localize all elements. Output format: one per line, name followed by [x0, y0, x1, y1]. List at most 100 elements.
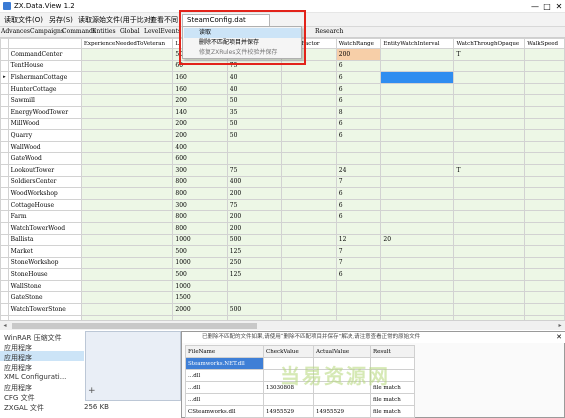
table-cell[interactable]	[453, 175, 526, 189]
table-cell[interactable]	[380, 175, 455, 189]
result-row[interactable]: CSteamworks.dll 14955529 14955529 file matc…	[185, 405, 415, 418]
entity-name-cell[interactable]: CottageHouse	[7, 198, 82, 212]
table-cell[interactable]: 7	[335, 245, 382, 258]
table-cell[interactable]	[80, 245, 174, 258]
table-cell[interactable]	[524, 175, 565, 189]
table-cell[interactable]	[380, 117, 455, 131]
table-cell[interactable]: 50	[226, 117, 282, 131]
table-cell[interactable]	[380, 187, 455, 200]
entity-name-cell[interactable]: Farm	[7, 210, 82, 223]
entity-name-cell[interactable]: LookoutTower	[7, 163, 82, 177]
table-cell[interactable]	[280, 71, 337, 84]
table-cell[interactable]	[335, 221, 382, 235]
table-cell[interactable]	[80, 256, 174, 270]
table-row[interactable]: StoneHouse 500 125 6	[0, 268, 565, 281]
menu-view-diff[interactable]: 查看不同	[150, 15, 178, 25]
table-cell[interactable]	[453, 82, 526, 96]
table-cell[interactable]: 75	[226, 198, 282, 212]
table-cell[interactable]	[453, 140, 526, 154]
table-cell[interactable]	[280, 210, 337, 223]
table-cell[interactable]	[80, 105, 174, 119]
table-cell[interactable]: 6	[335, 117, 382, 131]
entity-name-cell[interactable]: Ballista	[7, 233, 82, 247]
table-row[interactable]: GateStone 1500	[0, 291, 565, 305]
table-cell[interactable]	[80, 268, 174, 281]
table-cell[interactable]	[80, 303, 174, 316]
table-cell[interactable]: 125	[226, 245, 282, 258]
result-cell[interactable]: file match	[370, 393, 415, 406]
column-header[interactable]: ExperienceNeededToVeteran	[80, 38, 174, 49]
table-cell[interactable]: 200	[172, 117, 228, 131]
table-cell[interactable]: 7	[335, 175, 382, 189]
table-cell[interactable]: 75	[226, 163, 282, 177]
table-cell[interactable]: 6	[335, 129, 382, 142]
table-cell[interactable]: 7	[335, 256, 382, 270]
table-cell[interactable]	[524, 163, 565, 177]
table-cell[interactable]: 1500	[172, 291, 228, 305]
table-cell[interactable]	[280, 268, 337, 281]
entity-name-cell[interactable]: MillWood	[7, 117, 82, 131]
table-row[interactable]: WoodWorkshop 800 200 6	[0, 187, 565, 200]
table-cell[interactable]: 300	[172, 163, 228, 177]
table-cell[interactable]	[280, 105, 337, 119]
entity-name-cell[interactable]: WoodWorkshop	[7, 187, 82, 200]
table-cell[interactable]: 6	[335, 187, 382, 200]
table-cell[interactable]	[380, 198, 455, 212]
table-cell[interactable]: 50	[226, 129, 282, 142]
table-cell[interactable]: 200	[172, 94, 228, 107]
table-cell[interactable]: 800	[172, 187, 228, 200]
table-cell[interactable]	[80, 71, 174, 84]
table-cell[interactable]	[524, 94, 565, 107]
table-cell[interactable]	[280, 221, 337, 235]
table-cell[interactable]	[453, 117, 526, 131]
table-cell[interactable]	[80, 152, 174, 165]
menu-item-read[interactable]: 读取	[184, 28, 301, 38]
column-header[interactable]: WatchThroughOpaque	[453, 38, 526, 49]
table-cell[interactable]	[280, 245, 337, 258]
drop-panel[interactable]: +	[85, 331, 181, 401]
tab-commands[interactable]: Commands	[62, 28, 96, 35]
table-cell[interactable]: 2000	[172, 303, 228, 316]
table-row[interactable]: Sawmill 200 50 6	[0, 94, 565, 107]
maximize-button[interactable]: □	[541, 0, 553, 13]
table-cell[interactable]	[80, 129, 174, 142]
result-cell[interactable]	[313, 357, 371, 370]
table-cell[interactable]	[380, 140, 455, 154]
result-cell[interactable]: ...dll	[185, 393, 264, 406]
result-window-close-icon[interactable]: ✕	[556, 332, 562, 343]
result-cell[interactable]: Steamworks.NET.dll	[185, 357, 264, 370]
table-cell[interactable]	[80, 198, 174, 212]
table-cell[interactable]: 160	[172, 71, 228, 84]
result-cell[interactable]	[370, 369, 415, 382]
minimize-button[interactable]: —	[529, 0, 541, 13]
table-cell[interactable]	[280, 117, 337, 131]
entity-name-cell[interactable]: EnergyWoodTower	[7, 105, 82, 119]
table-cell[interactable]	[524, 268, 565, 281]
table-cell[interactable]: 300	[172, 198, 228, 212]
table-cell[interactable]	[280, 198, 337, 212]
entity-name-cell[interactable]: HunterCottage	[7, 82, 82, 96]
column-header[interactable]: WatchRange	[335, 38, 382, 49]
table-cell[interactable]: 1000	[172, 256, 228, 270]
entity-name-cell[interactable]: StoneWorkshop	[7, 256, 82, 270]
table-cell[interactable]: 250	[226, 256, 282, 270]
table-cell[interactable]	[453, 245, 526, 258]
table-cell[interactable]	[524, 59, 565, 73]
table-cell[interactable]	[280, 163, 337, 177]
entity-name-cell[interactable]: WatchTowerWood	[7, 221, 82, 235]
table-cell[interactable]: 500	[226, 233, 282, 247]
table-row[interactable]: StoneWorkshop 1000 250 7	[0, 256, 565, 270]
table-cell[interactable]	[80, 48, 174, 61]
table-cell[interactable]	[280, 152, 337, 165]
entity-name-cell[interactable]: StoneHouse	[7, 268, 82, 281]
table-cell[interactable]	[453, 210, 526, 223]
table-row[interactable]: SoldiersCenter 800 400 7	[0, 175, 565, 189]
table-cell[interactable]	[524, 291, 565, 305]
table-cell[interactable]	[524, 279, 565, 293]
table-row[interactable]: WallWood 400	[0, 140, 565, 154]
table-row[interactable]: ▸ FishermanCottage 160 40 6	[0, 71, 565, 84]
table-cell[interactable]	[380, 129, 455, 142]
table-row[interactable]: WatchTowerWood 800 200	[0, 221, 565, 235]
table-cell[interactable]	[280, 94, 337, 107]
table-cell[interactable]: 200	[172, 129, 228, 142]
